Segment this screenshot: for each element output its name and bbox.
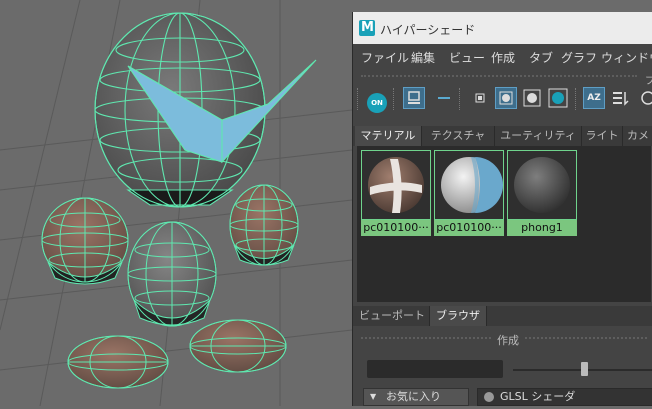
brown-foot-left[interactable] — [67, 335, 169, 389]
sort-az-icon[interactable]: AZ — [583, 87, 605, 109]
menu-window[interactable]: ウィンドウ — [601, 49, 652, 66]
browser-tabs: マテリアル テクスチャ ユーティリティ ライト カメ — [353, 126, 652, 146]
toolbar-separator — [459, 88, 462, 110]
shader-label: GLSL シェーダ — [500, 390, 576, 403]
shader-sphere-icon — [484, 392, 494, 402]
tab-textures[interactable]: テクスチャ — [422, 126, 495, 146]
triangle-down-icon: ▼ — [370, 392, 377, 401]
material-swatch[interactable]: phong1 — [507, 150, 577, 236]
tab-materials[interactable]: マテリアル — [355, 126, 422, 146]
menu-tabs[interactable]: タブ — [529, 49, 553, 66]
toolbar-separator — [357, 88, 360, 110]
swatch-label: pc010100··· — [361, 220, 431, 236]
material-swatch-area: pc010100··· pc010100··· phong1 — [357, 146, 651, 302]
tab-utilities[interactable]: ユーティリティ — [495, 126, 582, 146]
menu-file[interactable]: ファイル — [361, 49, 409, 66]
large-swatch-icon[interactable] — [521, 87, 543, 109]
maya-logo-icon: M — [359, 20, 375, 36]
menu-create[interactable]: 作成 — [491, 49, 515, 66]
menu-bar: ファイル 編集 ビュー 作成 タブ グラフ ウィンドウ — [353, 44, 652, 68]
zoom-slider-handle[interactable] — [581, 362, 588, 376]
filter-field[interactable] — [367, 360, 503, 378]
material-preview — [434, 150, 504, 220]
swatch-label: phong1 — [507, 220, 577, 236]
favorites-label: お気に入り — [386, 390, 441, 403]
brown-sphere-left[interactable] — [41, 197, 129, 285]
brown-sphere-right[interactable] — [229, 184, 299, 266]
menu-view[interactable]: ビュー — [449, 49, 485, 66]
medium-swatch-icon[interactable] — [495, 87, 517, 109]
material-preview — [507, 150, 577, 220]
tab-cameras[interactable]: カメ — [623, 126, 652, 146]
browser-toolbar: ON AZ — [353, 84, 652, 114]
toolbar-separator — [575, 88, 578, 110]
brown-foot-right[interactable] — [189, 319, 287, 373]
favorites-button[interactable]: ▼ お気に入り — [363, 388, 469, 406]
xlarge-swatch-icon[interactable] — [547, 87, 569, 109]
on-toggle-icon[interactable]: ON — [367, 93, 387, 113]
swatch-label: pc010100··· — [434, 220, 504, 236]
sort-type-icon[interactable] — [609, 87, 631, 109]
hypershade-window: M ハイパーシェード ファイル 編集 ビュー 作成 タブ グラフ ウィンドウ ブ… — [352, 12, 652, 406]
tab-viewport[interactable]: ビューポート — [355, 306, 430, 326]
menu-graph[interactable]: グラフ — [561, 49, 597, 66]
tab-lights[interactable]: ライト — [582, 126, 623, 146]
glsl-shader-item[interactable]: GLSL シェーダ — [477, 388, 652, 406]
toolbar-separator — [393, 88, 396, 110]
tab-browser[interactable]: ブラウザ — [430, 306, 487, 326]
bottom-tabs: ビューポート ブラウザ — [353, 306, 652, 326]
gray-sphere-center[interactable] — [127, 221, 217, 327]
sort-time-icon[interactable] — [637, 87, 652, 109]
material-swatch[interactable]: pc010100··· — [361, 150, 431, 236]
title-bar[interactable]: M ハイパーシェード — [353, 12, 652, 44]
material-swatch[interactable]: pc010100··· — [434, 150, 504, 236]
menu-edit[interactable]: 編集 — [411, 49, 435, 66]
small-swatch-icon[interactable] — [469, 87, 491, 109]
create-section-title: 作成 — [493, 332, 523, 348]
browser-view-icon[interactable] — [403, 87, 425, 109]
window-title: ハイパーシェード — [380, 23, 476, 37]
dash-icon[interactable] — [433, 87, 455, 109]
panel-grip — [361, 75, 637, 77]
material-preview — [361, 150, 431, 220]
